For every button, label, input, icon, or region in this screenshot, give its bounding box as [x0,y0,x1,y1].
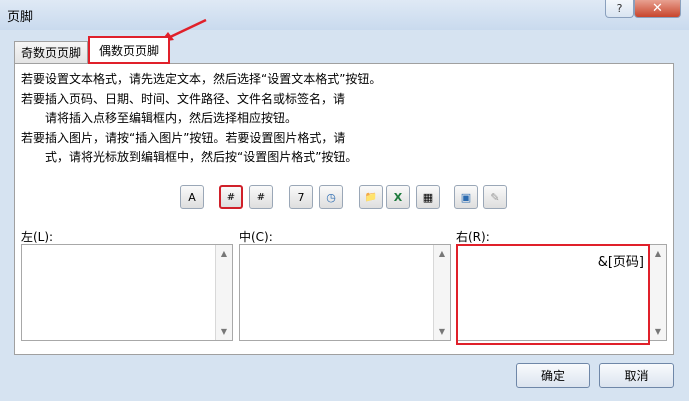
insert-time-button[interactable]: ◷ [319,185,343,209]
instructions: 若要设置文本格式，请先选定文本，然后选择“设置文本格式”按钮。 若要插入页码、日… [21,70,381,168]
ok-button[interactable]: 确定 [516,363,590,388]
scroll-up-icon[interactable]: ▲ [216,249,232,258]
center-section-editor[interactable]: ▲ ▼ [239,244,451,341]
right-section-label: 右(R): [456,230,490,244]
center-section-label: 中(C): [239,230,273,244]
format-picture-icon: ✎ [490,190,500,204]
scroll-up-icon[interactable]: ▲ [650,249,666,258]
sheet-icon: ▦ [422,190,434,204]
left-section-editor[interactable]: ▲ ▼ [21,244,233,341]
insert-page-count-button[interactable]: # [249,185,273,209]
insert-picture-button[interactable]: ▣ [454,185,478,209]
instruction-line: 请将插入点移至编辑框内，然后选择相应按钮。 [45,111,298,125]
scroll-down-icon[interactable]: ▼ [650,327,666,336]
right-section-highlight: &[页码] [456,244,650,345]
insert-toolbar: A # # 7 ◷ 📁 X ▦ ▣ ✎ [15,185,673,213]
right-section-text: &[页码] [597,255,644,270]
picture-icon: ▣ [460,190,472,204]
scroll-down-icon[interactable]: ▼ [216,327,232,336]
instruction-line: 若要设置文本格式，请先选定文本，然后选择“设置文本格式”按钮。 [21,72,382,86]
left-scrollbar[interactable]: ▲ ▼ [215,245,232,340]
tab-even-footer[interactable]: 偶数页页脚 [88,36,170,64]
window-title: 页脚 [7,10,34,25]
cancel-button[interactable]: 取消 [599,363,674,388]
right-scrollbar[interactable]: ▲ ▼ [649,245,666,340]
format-picture-button[interactable]: ✎ [483,185,507,209]
scroll-down-icon[interactable]: ▼ [434,327,450,336]
clock-icon: ◷ [326,190,336,204]
page-number-icon: # [226,191,236,203]
instruction-line: 若要插入页码、日期、时间、文件路径、文件名或标签名，请 [21,91,346,106]
calendar-icon: 7 [297,190,305,204]
scroll-up-icon[interactable]: ▲ [434,249,450,258]
insert-file-name-button[interactable]: X [386,185,410,209]
page-count-icon: # [256,191,266,203]
instruction-line: 若要插入图片，请按“插入图片”按钮。若要设置图片格式，请 [21,130,346,145]
insert-sheet-name-button[interactable]: ▦ [416,185,440,209]
close-button[interactable]: ✕ [634,0,681,18]
insert-file-path-button[interactable]: 📁 [359,185,383,209]
footer-panel: 若要设置文本格式，请先选定文本，然后选择“设置文本格式”按钮。 若要插入页码、日… [14,63,674,355]
title-bar: 页脚 ? ✕ [0,0,689,30]
center-scrollbar[interactable]: ▲ ▼ [433,245,450,340]
insert-page-number-button[interactable]: # [219,185,243,209]
excel-file-icon: X [393,190,403,204]
format-text-icon: A [188,190,196,204]
format-text-button[interactable]: A [180,185,204,209]
left-section-label: 左(L): [21,230,54,244]
instruction-line: 式，请将光标放到编辑框中，然后按“设置图片格式”按钮。 [45,150,358,164]
help-button[interactable]: ? [605,0,634,18]
folder-icon: 📁 [364,191,378,203]
insert-date-button[interactable]: 7 [289,185,313,209]
tab-odd-footer[interactable]: 奇数页页脚 [14,41,88,63]
